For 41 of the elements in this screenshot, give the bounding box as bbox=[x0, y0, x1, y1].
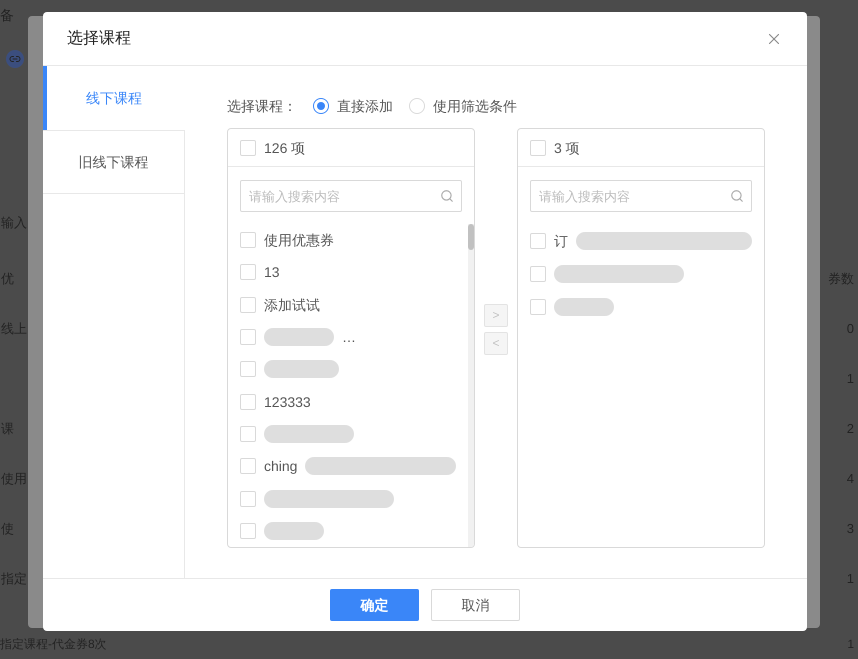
checkbox[interactable] bbox=[240, 458, 256, 474]
dialog-title: 选择课程 bbox=[67, 28, 131, 48]
radio-option[interactable]: 使用筛选条件 bbox=[409, 96, 517, 116]
checkbox[interactable] bbox=[240, 394, 256, 410]
tab[interactable]: 线下课程 bbox=[43, 66, 185, 130]
item-count: 126 项 bbox=[264, 138, 306, 158]
checkbox[interactable] bbox=[240, 140, 256, 156]
item-label: 使用优惠券 bbox=[264, 231, 334, 250]
item-label: 123333 bbox=[264, 392, 311, 412]
item-label: ching bbox=[264, 457, 298, 476]
link-icon bbox=[6, 50, 24, 68]
redacted-text-block bbox=[264, 522, 324, 540]
checkbox[interactable] bbox=[240, 361, 256, 378]
checkbox[interactable] bbox=[240, 426, 256, 442]
checkbox[interactable] bbox=[240, 264, 256, 280]
item-label: … bbox=[342, 328, 356, 348]
redacted-text-block bbox=[264, 328, 334, 346]
checkbox[interactable] bbox=[530, 140, 546, 156]
field-label: 选择课程： bbox=[227, 97, 297, 116]
search-field[interactable]: 请输入搜索内容 bbox=[240, 180, 462, 212]
search-icon bbox=[440, 189, 454, 203]
checkbox[interactable] bbox=[240, 329, 256, 346]
checkbox[interactable] bbox=[240, 490, 256, 507]
search-field[interactable]: 请输入搜索内容 bbox=[530, 180, 752, 212]
cancel-button[interactable]: 取消 bbox=[431, 589, 520, 621]
scrollbar[interactable] bbox=[468, 224, 474, 547]
checkbox[interactable] bbox=[240, 232, 256, 248]
item-label: 订 bbox=[554, 232, 568, 250]
checkbox[interactable] bbox=[240, 296, 256, 313]
radio-option[interactable]: 直接添加 bbox=[313, 96, 393, 116]
item-label: 13 bbox=[264, 263, 280, 282]
checkbox[interactable] bbox=[530, 298, 546, 314]
item-count: 3 项 bbox=[554, 138, 580, 158]
confirm-button[interactable]: 确定 bbox=[330, 589, 419, 621]
search-icon bbox=[730, 189, 744, 203]
redacted-text-block bbox=[554, 298, 614, 316]
checkbox[interactable] bbox=[530, 232, 546, 248]
item-label: 添加试试 bbox=[264, 296, 320, 315]
checkbox[interactable] bbox=[240, 522, 256, 539]
tab[interactable]: 旧线下课程 bbox=[43, 130, 185, 194]
checkbox[interactable] bbox=[530, 266, 546, 282]
